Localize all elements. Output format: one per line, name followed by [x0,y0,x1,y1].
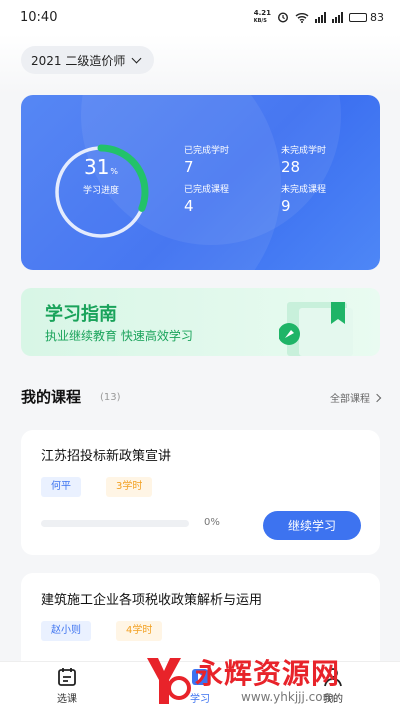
progress-label: 学习进度 [82,186,119,196]
status-icons: 4.21 KB/S 83 [254,9,384,25]
watermark-logo [147,658,191,704]
all-courses-link[interactable]: 全部课程 [330,390,382,405]
network-speed: 4.21 KB/S [253,9,271,24]
progress-percent: 31% [83,155,119,179]
course-progress-bar [41,520,189,527]
study-guide-banner[interactable]: 学习指南 执业继续教育 快速高效学习 [21,288,380,356]
hours-tag: 4学时 [116,621,163,641]
stat-completed-courses: 已完成课程 4 [184,185,230,215]
chevron-down-icon [131,53,142,63]
guide-title: 学习指南 [45,304,117,325]
hours-tag: 3学时 [106,477,153,497]
alarm-icon [277,12,289,23]
section-title: 我的课程 [21,388,82,406]
battery-icon: 83 [349,11,384,24]
course-progress-text: 0% [204,517,220,528]
battery-level: 83 [370,10,384,24]
chevron-right-icon [372,393,382,402]
status-bar: 10:40 4.21 KB/S 83 [0,0,400,34]
year-select[interactable]: 2021 二级造价师 [21,46,155,74]
stat-completed-hours: 已完成学时 7 [184,146,230,176]
stat-remaining-courses: 未完成课程 9 [281,185,327,215]
guide-subtitle: 执业继续教育 快速高效学习 [45,329,193,343]
status-time: 10:40 [20,9,58,25]
watermark: 永辉资源网 www.yhkjjj.com [143,650,383,711]
calendar-icon [58,668,76,686]
my-courses-header: 我的课程 (13) 全部课程 [21,386,382,410]
course-count: (13) [100,392,121,403]
course-card[interactable]: 江苏招投标新政策宣讲 何平 3学时 0% 继续学习 [21,430,380,555]
year-select-label: 2021 二级造价师 [31,53,126,68]
course-title: 建筑施工企业各项税收政策解析与运用 [41,593,263,608]
teacher-tag: 赵小则 [41,621,91,641]
signal-icon [315,11,326,23]
progress-card: 31% 学习进度 已完成学时 7 未完成学时 28 已完成课程 4 未完成课程 … [21,95,380,270]
wifi-icon [295,12,309,23]
watermark-text: 永辉资源网 [195,657,341,690]
signal-icon-2 [332,11,343,23]
course-title: 江苏招投标新政策宣讲 [41,449,172,464]
stat-remaining-hours: 未完成学时 28 [281,146,327,176]
book-illustration [279,302,353,356]
watermark-url: www.yhkjjj.com [241,690,335,704]
teacher-tag: 何平 [41,477,81,497]
continue-learning-button[interactable]: 继续学习 [263,511,361,540]
tab-course-select[interactable]: 选课 [27,662,107,711]
